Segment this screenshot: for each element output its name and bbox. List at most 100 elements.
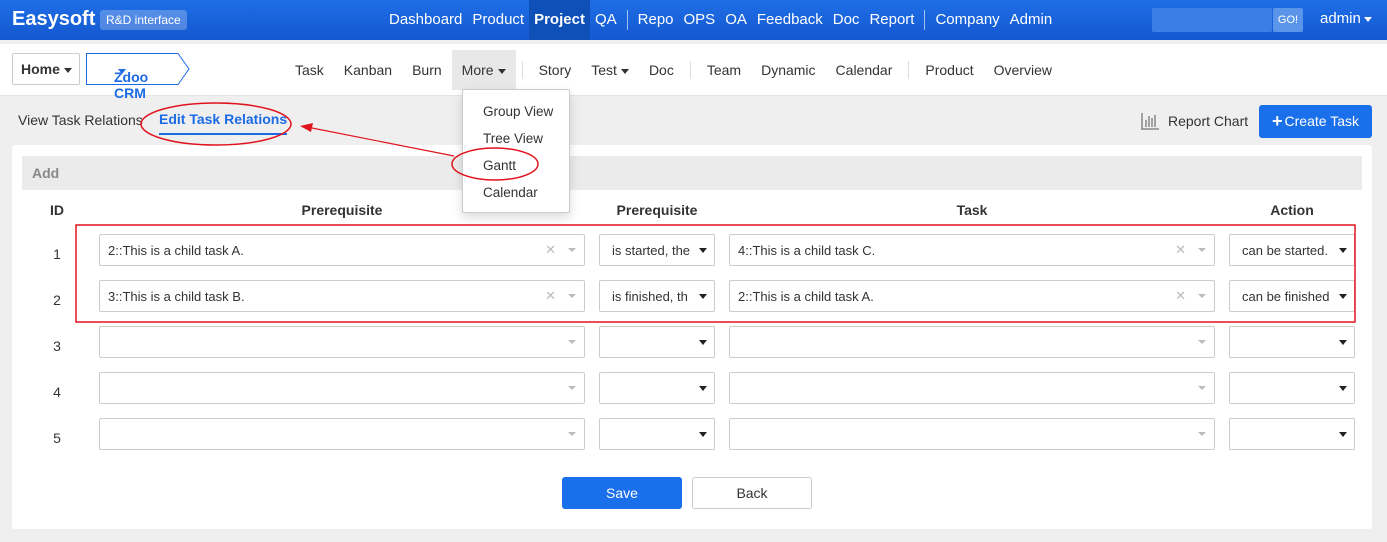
- chevron-down-icon: [568, 386, 576, 390]
- target-task-select[interactable]: 2::This is a child task A. ✕: [729, 280, 1215, 312]
- nav-doc[interactable]: Doc: [828, 0, 865, 40]
- dropdown-arrow-icon: [1339, 340, 1347, 345]
- nav-dashboard[interactable]: Dashboard: [384, 0, 467, 40]
- nav-repo[interactable]: Repo: [633, 0, 679, 40]
- prerequisite-task-select[interactable]: 2::This is a child task A. ✕: [99, 234, 585, 266]
- breadcrumb-project[interactable]: Zdoo CRM: [86, 53, 190, 101]
- search-input[interactable]: [1152, 8, 1272, 32]
- selected-value: 4::This is a child task C.: [738, 243, 876, 258]
- chevron-down-icon: [1198, 294, 1206, 298]
- header-action: Action: [1270, 202, 1314, 218]
- nav-company[interactable]: Company: [930, 0, 1004, 40]
- subnav-kanban[interactable]: Kanban: [334, 50, 402, 90]
- prerequisite-task-select[interactable]: [99, 372, 585, 404]
- target-task-select[interactable]: [729, 326, 1215, 358]
- row-id: 3: [53, 338, 61, 354]
- action-select[interactable]: [1229, 418, 1355, 450]
- action-select[interactable]: can be finished: [1229, 280, 1355, 312]
- action-select[interactable]: [1229, 372, 1355, 404]
- save-button[interactable]: Save: [562, 477, 682, 509]
- subnav-dynamic[interactable]: Dynamic: [751, 50, 825, 90]
- nav-oa[interactable]: OA: [720, 0, 752, 40]
- relation-row: 1 2::This is a child task A. ✕ is starte…: [12, 234, 1372, 280]
- row-id: 4: [53, 384, 61, 400]
- main-nav: Dashboard Product Project QA Repo OPS OA…: [384, 0, 1057, 40]
- subnav-product[interactable]: Product: [915, 50, 983, 90]
- dropdown-arrow-icon: [1339, 432, 1347, 437]
- clear-icon[interactable]: ✕: [545, 288, 556, 304]
- subnav-more[interactable]: More: [451, 50, 516, 90]
- nav-feedback[interactable]: Feedback: [752, 0, 828, 40]
- subnav-divider: [521, 61, 523, 79]
- row-id: 5: [53, 430, 61, 446]
- menu-item-gantt[interactable]: Gantt: [463, 152, 569, 179]
- nav-product[interactable]: Product: [467, 0, 529, 40]
- sub-navbar: Home Zdoo CRM Task Kanban Burn More Stor…: [0, 44, 1387, 101]
- interface-badge[interactable]: R&D interface: [100, 10, 187, 30]
- target-task-select[interactable]: [729, 372, 1215, 404]
- condition-select[interactable]: is started, the: [599, 234, 715, 266]
- target-task-select[interactable]: 4::This is a child task C. ✕: [729, 234, 1215, 266]
- clear-icon[interactable]: ✕: [1175, 288, 1186, 304]
- brand-logo[interactable]: Easysoft: [12, 8, 95, 31]
- chevron-down-icon: [568, 248, 576, 252]
- nav-ops[interactable]: OPS: [679, 0, 721, 40]
- chevron-down-icon: [1198, 386, 1206, 390]
- user-menu[interactable]: admin: [1320, 10, 1372, 27]
- subnav-story[interactable]: Story: [529, 50, 582, 90]
- selected-value: can be started.: [1242, 243, 1328, 258]
- nav-report[interactable]: Report: [864, 0, 919, 40]
- menu-item-calendar[interactable]: Calendar: [463, 179, 569, 206]
- dropdown-arrow-icon: [699, 432, 707, 437]
- chevron-down-icon: [497, 68, 506, 74]
- nav-project[interactable]: Project: [529, 0, 590, 40]
- condition-select[interactable]: [599, 372, 715, 404]
- subnav-test-label: Test: [591, 62, 617, 78]
- target-task-select[interactable]: [729, 418, 1215, 450]
- selected-value: can be finished: [1242, 289, 1330, 304]
- report-chart-button[interactable]: Report Chart: [1140, 112, 1248, 130]
- clear-icon[interactable]: ✕: [1175, 242, 1186, 258]
- dropdown-arrow-icon: [1339, 248, 1347, 253]
- create-task-button[interactable]: + Create Task: [1259, 105, 1372, 138]
- prerequisite-task-select[interactable]: 3::This is a child task B. ✕: [99, 280, 585, 312]
- menu-item-tree-view[interactable]: Tree View: [463, 125, 569, 152]
- chevron-down-icon: [568, 294, 576, 298]
- prerequisite-task-select[interactable]: [99, 326, 585, 358]
- subnav-calendar[interactable]: Calendar: [826, 50, 903, 90]
- search-go-button[interactable]: GO!: [1273, 8, 1303, 32]
- subnav-doc[interactable]: Doc: [639, 50, 684, 90]
- condition-select[interactable]: is finished, th: [599, 280, 715, 312]
- tab-view-task-relations[interactable]: View Task Relations: [18, 112, 143, 128]
- menu-item-group-view[interactable]: Group View: [463, 98, 569, 125]
- nav-admin[interactable]: Admin: [1005, 0, 1058, 40]
- relation-row: 3: [12, 326, 1372, 372]
- dropdown-arrow-icon: [699, 248, 707, 253]
- panel-title: Add: [22, 156, 1362, 190]
- selected-value: 3::This is a child task B.: [108, 289, 245, 304]
- action-select[interactable]: can be started.: [1229, 234, 1355, 266]
- subnav-task[interactable]: Task: [285, 50, 334, 90]
- prerequisite-task-select[interactable]: [99, 418, 585, 450]
- chevron-down-icon: [1198, 248, 1206, 252]
- back-button[interactable]: Back: [692, 477, 812, 509]
- relation-row: 5: [12, 418, 1372, 464]
- subnav-burn[interactable]: Burn: [402, 50, 452, 90]
- subnav-team[interactable]: Team: [697, 50, 751, 90]
- clear-icon[interactable]: ✕: [545, 242, 556, 258]
- condition-select[interactable]: [599, 418, 715, 450]
- nav-qa[interactable]: QA: [590, 0, 622, 40]
- bar-chart-icon: [1141, 113, 1159, 130]
- subnav-test[interactable]: Test: [581, 50, 639, 90]
- dropdown-arrow-icon: [699, 340, 707, 345]
- top-navbar: Easysoft R&D interface Dashboard Product…: [0, 0, 1387, 40]
- header-id: ID: [50, 202, 64, 218]
- subnav-overview[interactable]: Overview: [984, 50, 1062, 90]
- breadcrumb-home[interactable]: Home: [12, 53, 80, 85]
- condition-select[interactable]: [599, 326, 715, 358]
- action-select[interactable]: [1229, 326, 1355, 358]
- subnav-divider: [908, 61, 910, 79]
- dropdown-arrow-icon: [699, 386, 707, 391]
- tab-edit-task-relations[interactable]: Edit Task Relations: [159, 111, 288, 135]
- selected-value: is started, the: [612, 243, 691, 258]
